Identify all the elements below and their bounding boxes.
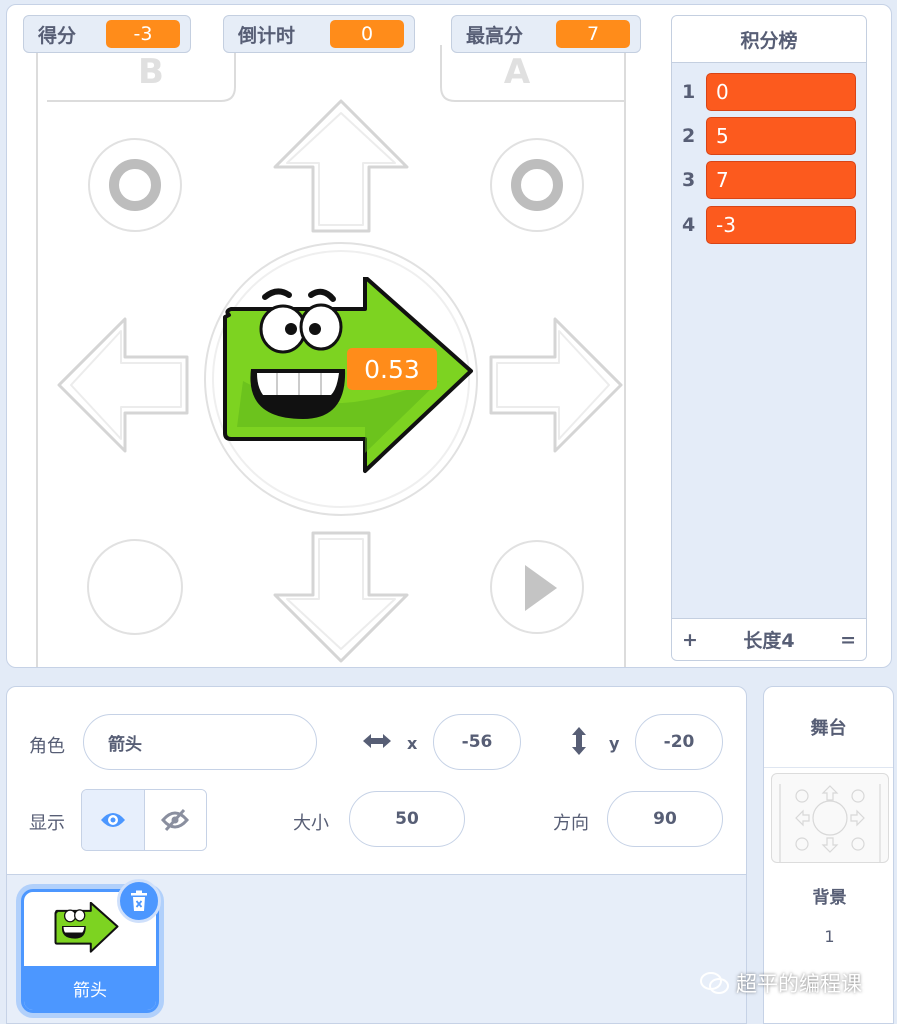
left-arrow-button xyxy=(57,317,189,453)
horizontal-arrows-icon xyxy=(361,731,393,755)
show-button[interactable] xyxy=(82,790,145,850)
stage-title: 舞台 xyxy=(764,687,893,768)
stage[interactable]: B A 0.53 得分 -3 倒计时 0 最高分 7 积分榜 1 0 2 5 3… xyxy=(6,4,892,668)
countdown-label: 倒计时 xyxy=(238,24,296,47)
blank-button-bottom-left xyxy=(87,539,183,635)
visibility-toggle xyxy=(81,789,207,851)
wechat-icon xyxy=(700,972,729,994)
list-index: 2 xyxy=(682,125,696,147)
speech-value-bubble: 0.53 xyxy=(347,348,437,390)
eye-icon xyxy=(100,813,125,827)
size-input[interactable]: 50 xyxy=(349,791,465,847)
sprite-thumbnail-name: 箭头 xyxy=(24,966,156,1010)
list-index: 3 xyxy=(682,169,696,191)
watermark-text: 超平的编程课 xyxy=(736,972,862,996)
y-label: y xyxy=(609,734,620,753)
countdown-value: 0 xyxy=(330,20,404,48)
eye-slash-icon xyxy=(161,808,190,832)
stage-thumbnail[interactable] xyxy=(771,773,889,863)
hide-button[interactable] xyxy=(144,790,206,850)
play-button-bottom-right xyxy=(490,540,584,634)
trash-icon xyxy=(131,890,147,911)
backdrop-count: 1 xyxy=(824,927,835,946)
ring-button-top-left xyxy=(88,138,182,232)
leaderboard-list-monitor[interactable]: 积分榜 1 0 2 5 3 7 4 -3 + 长度4 = xyxy=(671,15,867,661)
y-input[interactable]: -20 xyxy=(635,714,723,770)
x-label: x xyxy=(407,734,418,753)
direction-label: 方向 xyxy=(553,813,589,834)
list-item: 4 -3 xyxy=(672,206,866,246)
ring-button-top-right xyxy=(490,138,584,232)
delete-sprite-button[interactable] xyxy=(117,879,161,923)
countdown-monitor: 倒计时 0 xyxy=(223,15,415,53)
list-cell[interactable]: 0 xyxy=(706,73,856,111)
list-cell[interactable]: 5 xyxy=(706,117,856,155)
x-input[interactable]: -56 xyxy=(433,714,521,770)
list-item: 3 7 xyxy=(672,161,866,201)
list-footer: + 长度4 = xyxy=(672,618,866,660)
high-score-value: 7 xyxy=(556,20,630,48)
backdrop-label: 背景 xyxy=(812,888,847,908)
resize-handle[interactable]: = xyxy=(840,629,856,651)
sprite-list: 箭头 xyxy=(7,874,746,1023)
high-score-monitor: 最高分 7 xyxy=(451,15,641,53)
show-label: 显示 xyxy=(29,813,65,834)
list-index: 1 xyxy=(682,81,696,103)
down-arrow-button xyxy=(273,531,409,663)
score-value: -3 xyxy=(106,20,180,48)
watermark: 超平的编程课 xyxy=(700,968,862,998)
score-label: 得分 xyxy=(38,24,77,47)
sprite-info-pane: 角色 x -56 y -20 显示 大小 50 方向 90 箭头 xyxy=(6,686,747,1024)
list-item: 1 0 xyxy=(672,73,866,113)
vertical-arrows-icon xyxy=(569,725,589,761)
sprite-name-input[interactable] xyxy=(83,714,317,770)
size-label: 大小 xyxy=(293,813,329,834)
direction-input[interactable]: 90 xyxy=(607,791,723,847)
list-length-label: 长度4 xyxy=(743,630,795,652)
arrow-sprite-thumbnail xyxy=(54,902,119,953)
right-arrow-button xyxy=(489,317,623,453)
list-item: 2 5 xyxy=(672,117,866,157)
leaderboard-title: 积分榜 xyxy=(672,16,866,63)
list-cell[interactable]: -3 xyxy=(706,206,856,244)
high-score-label: 最高分 xyxy=(466,24,524,47)
up-arrow-button xyxy=(273,99,409,233)
list-cell[interactable]: 7 xyxy=(706,161,856,199)
button-b-letter: B xyxy=(138,52,164,92)
button-a-letter: A xyxy=(504,52,531,92)
add-item-button[interactable]: + xyxy=(682,629,698,651)
score-monitor: 得分 -3 xyxy=(23,15,191,53)
list-index: 4 xyxy=(682,214,696,236)
sprite-name-label: 角色 xyxy=(29,736,65,757)
